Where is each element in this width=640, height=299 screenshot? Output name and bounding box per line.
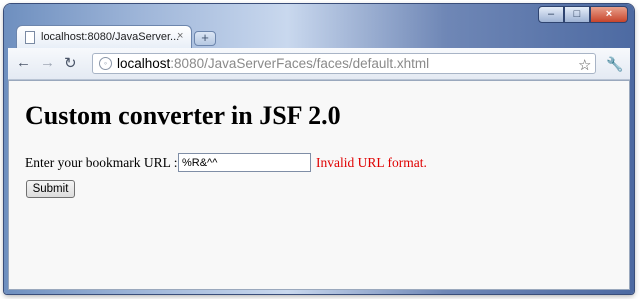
window-controls: – □ ×: [538, 6, 628, 23]
page-viewport: Custom converter in JSF 2.0 Enter your b…: [8, 80, 630, 290]
new-tab-button[interactable]: +: [194, 31, 216, 46]
document-icon: [25, 31, 35, 44]
address-bar[interactable]: ◦ localhost:8080/JavaServerFaces/faces/d…: [92, 53, 596, 74]
page-title: Custom converter in JSF 2.0: [25, 101, 341, 130]
tab-title: localhost:8080/JavaServer...: [41, 31, 180, 43]
title-bar: localhost:8080/JavaServer... × + – □ ×: [4, 4, 634, 52]
reload-button[interactable]: ↻: [64, 54, 77, 72]
submit-button[interactable]: Submit: [26, 180, 75, 198]
browser-toolbar: ← → ↻ ◦ localhost:8080/JavaServerFaces/f…: [8, 48, 630, 80]
url-text[interactable]: localhost:8080/JavaServerFaces/faces/def…: [117, 56, 429, 71]
maximize-button[interactable]: □: [564, 6, 590, 23]
back-button[interactable]: ←: [16, 54, 31, 71]
wrench-icon[interactable]: 🔧: [606, 56, 623, 73]
error-message: Invalid URL format.: [316, 155, 427, 170]
tab-close-icon[interactable]: ×: [177, 30, 183, 42]
bookmark-star-icon[interactable]: ☆: [578, 56, 591, 74]
minimize-button[interactable]: –: [538, 6, 564, 23]
url-host: localhost: [117, 56, 171, 71]
forward-button[interactable]: →: [40, 54, 55, 71]
close-window-button[interactable]: ×: [590, 6, 628, 23]
page-icon: ◦: [99, 57, 112, 70]
bookmark-url-label: Enter your bookmark URL :: [25, 155, 178, 170]
url-path: :8080/JavaServerFaces/faces/default.xhtm…: [170, 56, 430, 71]
bookmark-url-input[interactable]: [178, 153, 311, 172]
tab-active[interactable]: localhost:8080/JavaServer... ×: [16, 25, 192, 49]
browser-window: localhost:8080/JavaServer... × + – □ × ←…: [4, 4, 634, 294]
